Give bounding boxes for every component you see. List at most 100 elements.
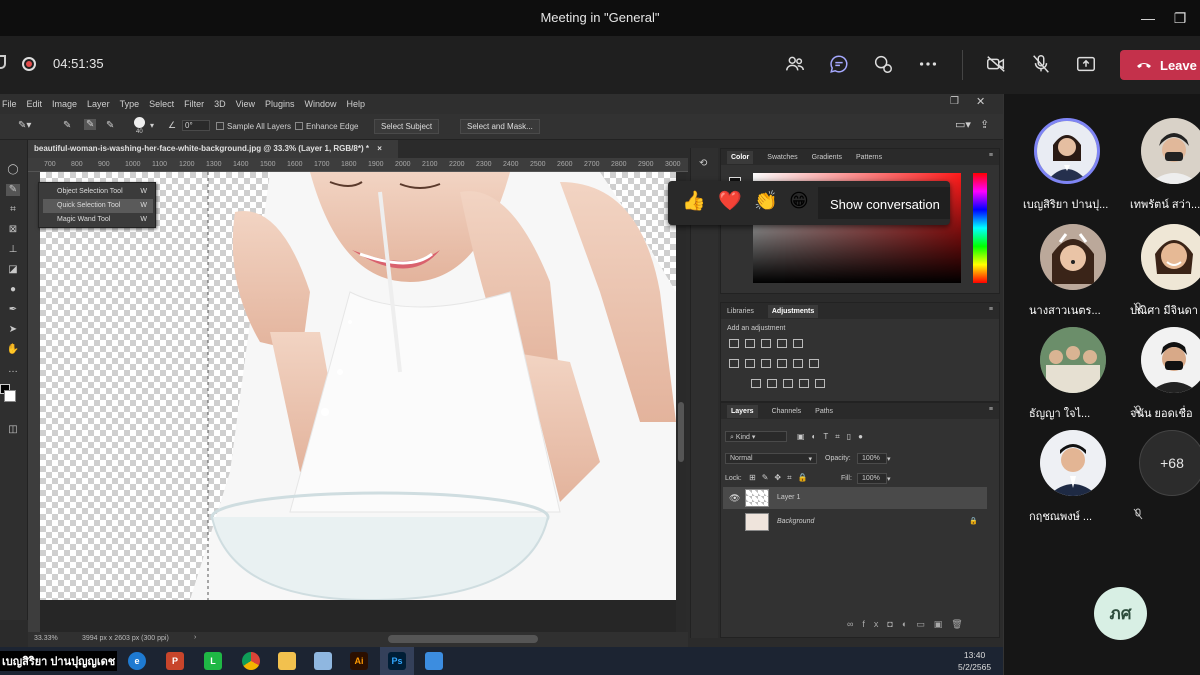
tab-gradients[interactable]: Gradients (812, 154, 842, 161)
layer-actions-icons[interactable]: ∞fx◘◐▭▣🗑 (847, 619, 972, 630)
blur-tool-icon[interactable]: ● (6, 284, 20, 296)
exposure-icon[interactable] (777, 339, 787, 348)
crop-tool-icon[interactable]: ⌗ (6, 204, 20, 216)
camera-toggle-button[interactable] (980, 48, 1012, 80)
tab-paths[interactable]: Paths (815, 408, 833, 415)
like-reaction-icon[interactable]: 👍 (682, 191, 706, 213)
threshold-icon[interactable] (783, 379, 793, 388)
menu-image[interactable]: Image (52, 99, 77, 109)
tab-libraries[interactable]: Libraries (727, 308, 754, 315)
invert-icon[interactable] (751, 379, 761, 388)
photos-icon[interactable] (425, 652, 443, 670)
enhance-edge-checkbox[interactable] (295, 122, 303, 130)
file-explorer-icon[interactable] (278, 652, 296, 670)
chevron-down-icon[interactable]: ▾ (887, 475, 891, 483)
participant-tile[interactable]: กฤชณพงษ์ ... (1029, 430, 1143, 540)
layer-row[interactable]: Background 🔒 (723, 511, 987, 533)
quick-selection-tool-item[interactable]: Quick Selection Tool W (43, 199, 153, 213)
minimize-button[interactable]: — (1136, 6, 1160, 30)
document-canvas[interactable] (40, 172, 676, 600)
participant-tile[interactable]: นางสาวเนตร... (1029, 224, 1143, 334)
menu-filter[interactable]: Filter (184, 99, 204, 109)
select-subject-button[interactable]: Select Subject (374, 119, 440, 134)
more-tools-icon[interactable]: … (6, 364, 20, 376)
menu-layer[interactable]: Layer (87, 99, 110, 109)
workspace-icon[interactable]: ▭▾ (955, 118, 971, 131)
more-options-button[interactable] (912, 48, 944, 80)
hand-tool-icon[interactable]: ✋ (6, 344, 20, 356)
menu-file[interactable]: File (2, 99, 17, 109)
ps-close-icon[interactable]: ✕ (976, 95, 985, 108)
document-tab[interactable]: beautiful-woman-is-washing-her-face-whit… (28, 140, 398, 158)
chrome-icon[interactable] (242, 652, 260, 670)
horizontal-scrollbar[interactable] (388, 635, 538, 643)
panel-menu-icon[interactable]: ≡ (989, 306, 993, 313)
menu-window[interactable]: Window (305, 99, 337, 109)
menu-3d[interactable]: 3D (214, 99, 226, 109)
color-balance-icon[interactable] (745, 359, 755, 368)
layer-filter-icons[interactable]: ▣◐T⌗▯● (797, 432, 870, 442)
participant-tile[interactable]: เทพรัตน์ สว่า... (1130, 118, 1200, 228)
share-document-icon[interactable]: ⇪ (980, 118, 989, 131)
close-icon[interactable]: × (377, 144, 382, 153)
magic-wand-tool-item[interactable]: Magic Wand Tool W (43, 213, 153, 227)
black-white-icon[interactable] (761, 359, 771, 368)
layer-filter-kind[interactable]: ⌕ Kind ▾ (725, 431, 787, 442)
curves-icon[interactable] (761, 339, 771, 348)
selective-color-icon[interactable] (799, 379, 809, 388)
eye-icon[interactable]: 👁 (729, 493, 740, 504)
ps-restore-icon[interactable]: ❐ (950, 96, 959, 107)
notepad-icon[interactable] (314, 652, 332, 670)
zoom-level[interactable]: 33.33% (34, 635, 58, 642)
angle-field[interactable]: 0° (182, 120, 210, 131)
participant-tile[interactable]: ธัญญา ใจไ... (1029, 327, 1143, 437)
menu-select[interactable]: Select (149, 99, 174, 109)
participant-tile[interactable]: เบญสิริยา ปานปุ... (1023, 118, 1111, 228)
quick-selection-tool-icon[interactable]: ✎ (6, 184, 20, 196)
brush-tool-preset-icon[interactable]: ✎▾ (18, 120, 31, 131)
laugh-reaction-icon[interactable]: 😁 (789, 191, 809, 213)
new-selection-icon[interactable]: ✎ (63, 120, 71, 131)
menu-help[interactable]: Help (347, 99, 366, 109)
heart-reaction-icon[interactable]: ❤️ (718, 191, 742, 213)
background-color-swatch[interactable] (4, 390, 16, 402)
menu-plugins[interactable]: Plugins (265, 99, 295, 109)
lock-icons[interactable]: ⊞✎✥⌗🔒 (749, 473, 814, 483)
leave-button[interactable]: Leave (1120, 50, 1200, 80)
select-and-mask-button[interactable]: Select and Mask... (460, 119, 540, 134)
tab-adjustments[interactable]: Adjustments (767, 304, 819, 318)
eraser-tool-icon[interactable]: ◪ (6, 264, 20, 276)
sample-all-layers-checkbox[interactable] (216, 122, 224, 130)
object-selection-tool-item[interactable]: Object Selection Tool W (43, 185, 153, 199)
vibrance-icon[interactable] (793, 339, 803, 348)
layer-row[interactable]: 👁 Layer 1 (723, 487, 987, 509)
tab-swatches[interactable]: Swatches (767, 154, 797, 161)
fill-field[interactable]: 100% (857, 473, 887, 484)
tab-channels[interactable]: Channels (772, 408, 802, 415)
menu-edit[interactable]: Edit (27, 99, 43, 109)
participant-tile[interactable]: จนัน ยอดเชื่อ (1130, 327, 1200, 437)
opacity-field[interactable]: 100% (857, 453, 887, 464)
powerpoint-icon[interactable]: P (166, 652, 184, 670)
people-button[interactable] (779, 48, 811, 80)
participant-tile[interactable]: ปณิศา มีจินดา (1130, 224, 1200, 334)
stamp-tool-icon[interactable]: ⊥ (6, 244, 20, 256)
brush-size-icon[interactable] (134, 117, 145, 128)
edge-icon[interactable]: e (128, 652, 146, 670)
panel-menu-icon[interactable]: ≡ (989, 406, 993, 413)
taskbar-clock[interactable]: 13:40 5/2/2565 (958, 649, 991, 673)
frame-tool-icon[interactable]: ⊠ (6, 224, 20, 236)
posterize-icon[interactable] (767, 379, 777, 388)
menu-type[interactable]: Type (120, 99, 140, 109)
tab-layers[interactable]: Layers (727, 404, 758, 418)
tab-patterns[interactable]: Patterns (856, 154, 882, 161)
pen-tool-icon[interactable]: ✒ (6, 304, 20, 316)
self-avatar[interactable]: ภศ (1094, 587, 1147, 640)
levels-icon[interactable] (745, 339, 755, 348)
illustrator-icon[interactable]: Ai (350, 652, 368, 670)
menu-view[interactable]: View (236, 99, 255, 109)
marquee-tool-icon[interactable]: ◯ (6, 164, 20, 176)
subtract-selection-icon[interactable]: ✎ (106, 120, 114, 131)
blend-mode-select[interactable]: Normal ▾ (725, 453, 817, 464)
tab-color[interactable]: Color (727, 150, 754, 164)
